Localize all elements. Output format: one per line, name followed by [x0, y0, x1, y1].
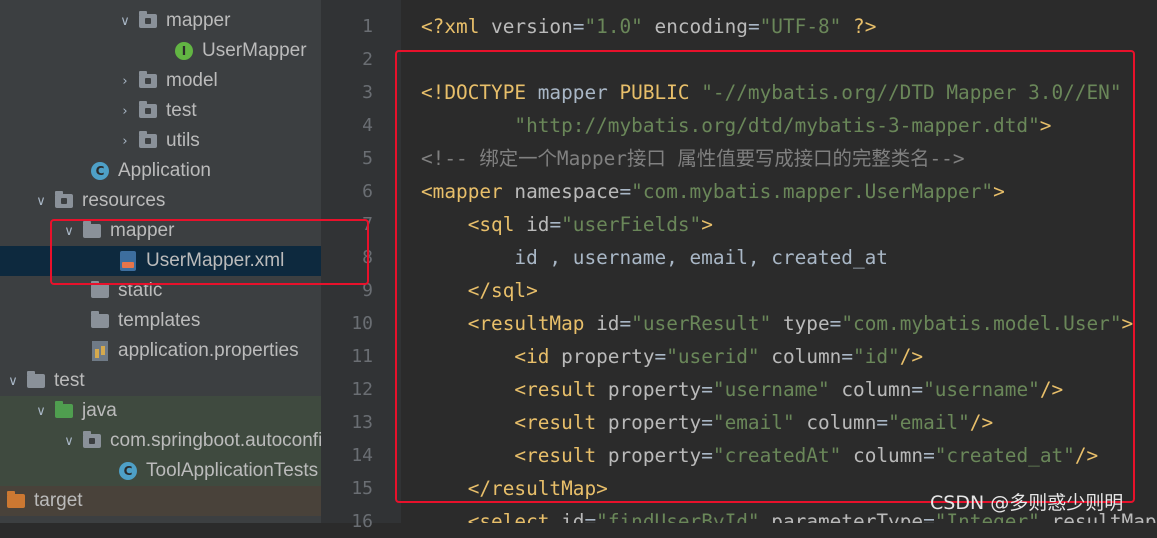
tree-item-usermapper[interactable]: I UserMapper — [0, 36, 321, 66]
properties-file-icon — [90, 341, 110, 361]
line-number: 16 — [351, 511, 373, 532]
chevron-down-icon[interactable]: ∨ — [118, 6, 132, 36]
tree-item-resources[interactable]: ∨ resources — [0, 186, 321, 216]
folder-icon — [138, 101, 158, 121]
chevron-right-icon[interactable]: › — [118, 126, 132, 156]
line-number: 3 — [362, 82, 373, 103]
line-number: 5 — [362, 148, 373, 169]
resources-folder-icon — [54, 191, 74, 211]
line-number: 14 — [351, 445, 373, 466]
tree-item-label: com.springboot.autoconfig — [110, 430, 321, 451]
tree-item-test-root[interactable]: ∨ test — [0, 366, 321, 396]
line-number: 2 — [362, 49, 373, 70]
class-icon: C — [118, 461, 138, 481]
folder-icon — [26, 371, 46, 391]
tree-item-mapper[interactable]: ∨ mapper — [0, 6, 321, 36]
test-source-folder-icon — [54, 401, 74, 421]
chevron-down-icon[interactable]: ∨ — [62, 426, 76, 456]
tree-item-label: Application — [118, 160, 211, 181]
line-number: 6 — [362, 181, 373, 202]
folder-icon — [90, 311, 110, 331]
line-number: 13 — [351, 412, 373, 433]
package-icon — [82, 431, 102, 451]
tree-item-label: mapper — [166, 10, 231, 31]
code-token: "1.0" — [584, 15, 643, 38]
code-token: <select — [467, 510, 562, 523]
code-token: = — [584, 510, 597, 523]
tree-item-target[interactable]: target — [0, 486, 321, 516]
tree-item-label: utils — [166, 130, 200, 151]
code-token: <?xml — [421, 15, 492, 38]
code-token: id — [561, 510, 585, 523]
tree-item-label: application.properties — [118, 340, 299, 361]
tree-item-application-properties[interactable]: application.properties — [0, 336, 321, 366]
tree-item-label: templates — [118, 310, 201, 331]
line-number: 10 — [351, 313, 373, 334]
chevron-down-icon[interactable]: ∨ — [6, 366, 20, 396]
tree-item-test[interactable]: › test — [0, 96, 321, 126]
folder-icon — [138, 131, 158, 151]
tree-item-label: ToolApplicationTests — [146, 460, 319, 481]
code-token: = — [747, 15, 760, 38]
code-token: encoding — [654, 15, 748, 38]
tree-item-toolapplicationtests[interactable]: C ToolApplicationTests — [0, 456, 321, 486]
code-token: ?> — [853, 15, 877, 38]
chevron-down-icon[interactable]: ∨ — [34, 186, 48, 216]
tree-item-label: target — [34, 490, 83, 511]
line-number: 4 — [362, 115, 373, 136]
code-token: parameterType — [771, 510, 924, 523]
tree-item-label: test — [54, 370, 85, 391]
folder-icon — [138, 71, 158, 91]
chevron-down-icon[interactable]: ∨ — [34, 396, 48, 426]
class-icon: C — [90, 161, 110, 181]
folder-icon — [138, 11, 158, 31]
tree-item-application[interactable]: C Application — [0, 156, 321, 186]
chevron-right-icon[interactable]: › — [118, 96, 132, 126]
tree-item-label: model — [166, 70, 218, 91]
tree-item-templates[interactable]: templates — [0, 306, 321, 336]
chevron-right-icon[interactable]: › — [118, 66, 132, 96]
watermark: CSDN @多则惑少则明 — [930, 492, 1124, 514]
interface-icon: I — [174, 41, 194, 61]
code-token: = — [572, 15, 585, 38]
tree-item-label: UserMapper — [202, 40, 307, 61]
code-token: version — [491, 15, 573, 38]
tree-highlight-box — [50, 219, 369, 285]
code-line: <?xml version="1.0" encoding="UTF-8" ?> — [421, 10, 876, 43]
excluded-folder-icon — [6, 491, 26, 511]
tree-item-java[interactable]: ∨ java — [0, 396, 321, 426]
code-token: "findUserById" — [596, 510, 760, 523]
code-token: "UTF-8" — [759, 15, 842, 38]
tree-item-label: test — [166, 100, 197, 121]
line-number: 1 — [362, 16, 373, 37]
tree-item-model[interactable]: › model — [0, 66, 321, 96]
line-number: 12 — [351, 379, 373, 400]
tree-item-label: java — [82, 400, 117, 421]
tree-item-label: resources — [82, 190, 166, 211]
line-number: 15 — [351, 478, 373, 499]
line-number: 11 — [351, 346, 373, 367]
tree-item-package[interactable]: ∨ com.springboot.autoconfig — [0, 426, 321, 456]
tree-item-utils[interactable]: › utils — [0, 126, 321, 156]
code-highlight-box — [395, 50, 1135, 503]
